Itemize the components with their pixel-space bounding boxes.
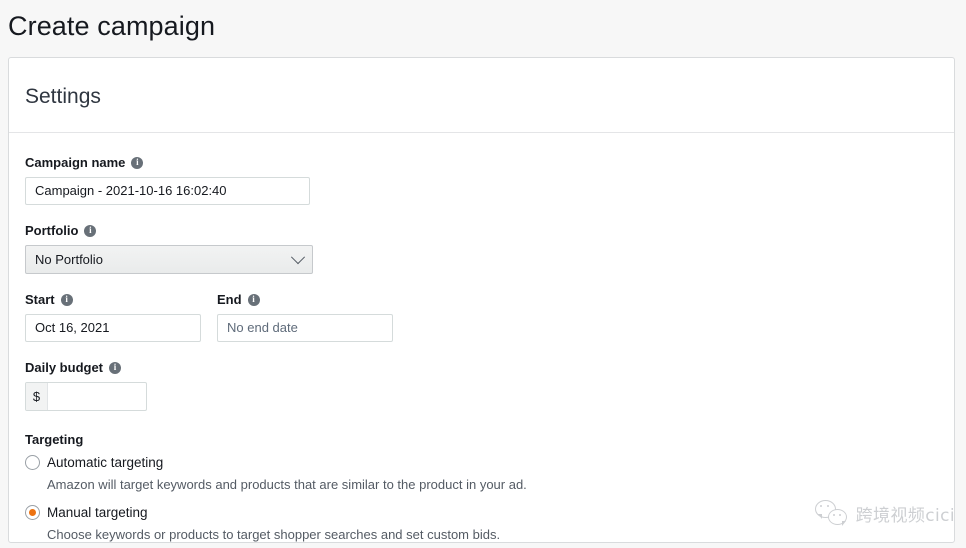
info-icon[interactable] <box>109 361 122 374</box>
campaign-name-label: Campaign name <box>25 154 954 171</box>
radio-option-manual-targeting[interactable]: Manual targeting <box>25 503 954 522</box>
radio-label-automatic: Automatic targeting <box>47 454 164 470</box>
daily-budget-input[interactable] <box>48 383 146 410</box>
campaign-name-field: Campaign name Campaign - 2021-10-16 16:0… <box>25 154 954 205</box>
start-date-label-text: Start <box>25 292 55 307</box>
info-icon[interactable] <box>84 224 97 237</box>
daily-budget-label: Daily budget <box>25 359 954 376</box>
start-date-label: Start <box>25 291 201 308</box>
chevron-down-icon <box>290 249 306 264</box>
radio-description-manual: Choose keywords or products to target sh… <box>47 527 501 542</box>
campaign-name-label-text: Campaign name <box>25 155 126 170</box>
settings-heading: Settings <box>25 85 101 108</box>
card-header: Settings <box>9 58 954 133</box>
daily-budget-input-group: $ <box>25 382 147 411</box>
info-icon[interactable] <box>131 156 144 169</box>
settings-card: Settings Campaign name Campaign - 2021-1… <box>8 57 955 543</box>
settings-form: Campaign name Campaign - 2021-10-16 16:0… <box>9 133 954 542</box>
daily-budget-field: Daily budget $ <box>25 359 954 411</box>
page-title: Create campaign <box>8 11 216 41</box>
radio-label-manual: Manual targeting <box>47 504 148 520</box>
campaign-name-input[interactable]: Campaign - 2021-10-16 16:02:40 <box>25 177 310 205</box>
end-date-input[interactable]: No end date <box>217 314 393 342</box>
start-date-field: Start Oct 16, 2021 <box>25 291 201 342</box>
portfolio-label-text: Portfolio <box>25 223 79 238</box>
start-date-input[interactable]: Oct 16, 2021 <box>25 314 201 342</box>
info-icon[interactable] <box>247 293 260 306</box>
currency-symbol: $ <box>26 383 48 410</box>
radio-description-automatic: Amazon will target keywords and products… <box>47 477 527 492</box>
portfolio-selected-value: No Portfolio <box>35 252 103 267</box>
date-range-row: Start Oct 16, 2021 End No end date <box>25 291 954 342</box>
info-icon[interactable] <box>60 293 73 306</box>
end-date-label-text: End <box>217 292 242 307</box>
radio-icon-automatic[interactable] <box>25 455 40 470</box>
end-date-label: End <box>217 291 393 308</box>
targeting-section: Targeting Automatic targeting Amazon wil… <box>25 431 954 542</box>
end-date-field: End No end date <box>217 291 393 342</box>
radio-option-automatic-targeting[interactable]: Automatic targeting <box>25 453 954 472</box>
radio-icon-manual[interactable] <box>25 505 40 520</box>
daily-budget-label-text: Daily budget <box>25 360 104 375</box>
portfolio-field: Portfolio No Portfolio <box>25 222 954 274</box>
portfolio-select[interactable]: No Portfolio <box>25 245 313 274</box>
targeting-title: Targeting <box>25 432 84 447</box>
portfolio-label: Portfolio <box>25 222 954 239</box>
